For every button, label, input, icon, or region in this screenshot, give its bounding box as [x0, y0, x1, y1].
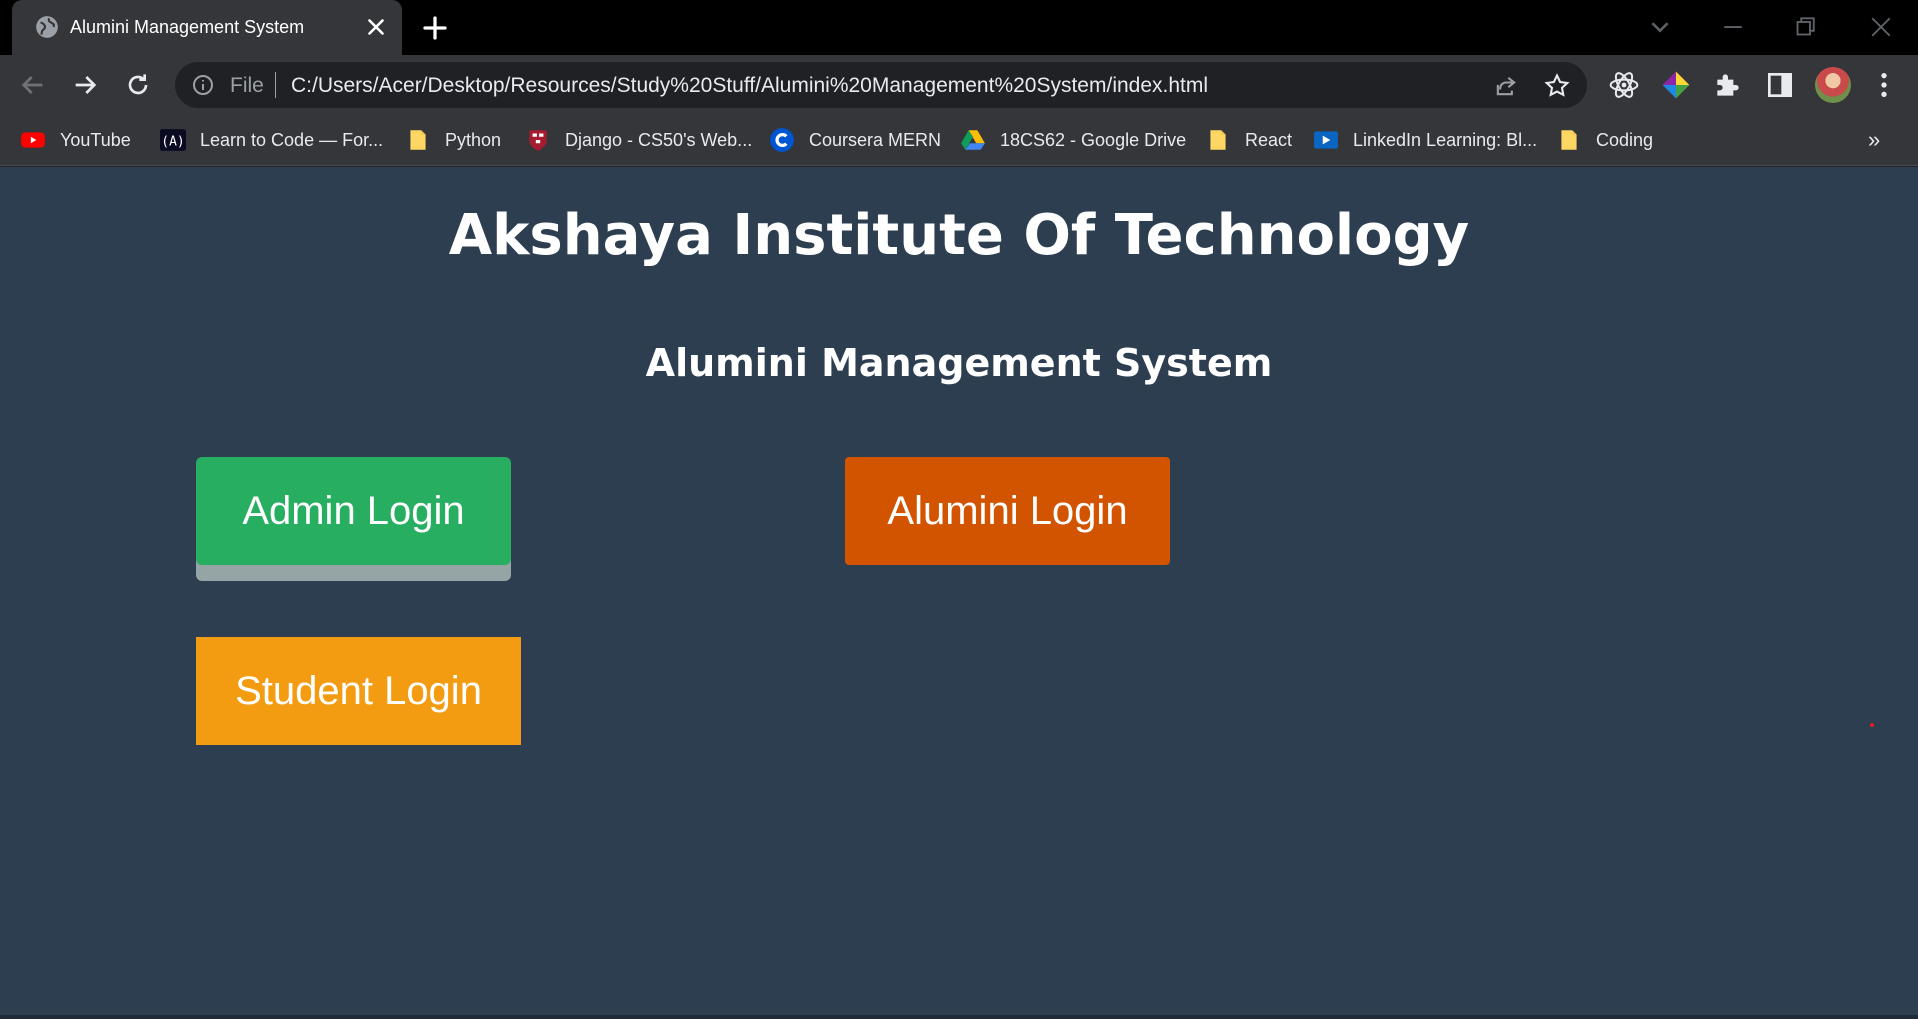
bookmark-label: Coding: [1596, 129, 1654, 150]
bookmark-django[interactable]: Django - CS50's Web...: [525, 125, 752, 155]
bookmark-freecodecamp[interactable]: (A) Learn to Code — For...: [160, 125, 383, 155]
page-subtitle: Alumini Management System: [645, 341, 1273, 385]
more-menu-icon[interactable]: [1868, 69, 1900, 101]
close-tab-icon[interactable]: [363, 14, 389, 40]
browser-tab[interactable]: Alumini Management System: [12, 0, 402, 55]
bookmark-label: LinkedIn Learning: Bl...: [1353, 129, 1538, 150]
forward-icon[interactable]: [69, 69, 101, 101]
coursera-icon: [770, 128, 794, 152]
tab-search-icon[interactable]: [1645, 12, 1675, 42]
back-icon[interactable]: [17, 69, 49, 101]
google-drive-icon: [961, 130, 985, 150]
page-content: Akshaya Institute Of Technology Alumini …: [0, 167, 1918, 1019]
bookmark-label: Django - CS50's Web...: [565, 129, 753, 150]
page-title: Akshaya Institute Of Technology: [448, 203, 1470, 268]
bookmark-label: 18CS62 - Google Drive: [1000, 129, 1187, 150]
bookmark-coursera[interactable]: Coursera MERN: [769, 125, 941, 155]
alumni-login-button[interactable]: Alumini Login: [845, 457, 1170, 565]
tab-title: Alumini Management System: [70, 17, 305, 37]
folder-icon: [410, 130, 426, 150]
linkedin-learning-icon: [1314, 131, 1338, 149]
tab-strip: Alumini Management System: [0, 0, 1918, 55]
bookmark-linkedin-learning[interactable]: LinkedIn Learning: Bl...: [1313, 125, 1537, 155]
bookmark-google-drive[interactable]: 18CS62 - Google Drive: [960, 125, 1186, 155]
student-login-button[interactable]: Student Login: [196, 637, 521, 745]
react-devtools-icon[interactable]: [1608, 69, 1640, 101]
bookmark-label: Python: [445, 129, 502, 150]
new-tab-icon[interactable]: [420, 13, 450, 43]
address-bar[interactable]: File C:/Users/Acer/Desktop/Resources/Stu…: [175, 62, 1587, 108]
folder-icon: [1561, 130, 1577, 150]
bookmarks-bar: YouTube (A) Learn to Code — For... Pytho…: [0, 115, 1918, 166]
side-panel-icon[interactable]: [1764, 69, 1796, 101]
share-icon[interactable]: [1492, 72, 1520, 100]
bookmark-coding[interactable]: Coding: [1556, 125, 1653, 155]
extensions-puzzle-icon[interactable]: [1712, 69, 1744, 101]
close-window-icon[interactable]: [1866, 12, 1896, 42]
youtube-icon: [21, 132, 45, 148]
browser-toolbar: File C:/Users/Acer/Desktop/Resources/Stu…: [0, 55, 1918, 115]
bookmark-python[interactable]: Python: [405, 125, 501, 155]
bookmark-star-icon[interactable]: [1543, 72, 1571, 100]
admin-login-button[interactable]: Admin Login: [196, 457, 511, 565]
freecodecamp-icon: (A): [160, 129, 186, 151]
color-picker-icon[interactable]: [1660, 69, 1692, 101]
bookmark-react[interactable]: React: [1205, 125, 1292, 155]
url-text[interactable]: C:/Users/Acer/Desktop/Resources/Study%20…: [291, 74, 1208, 98]
cursor-dot: [1870, 723, 1874, 727]
page-bottom-border: [0, 1015, 1918, 1019]
bookmark-label: YouTube: [60, 129, 131, 150]
info-icon[interactable]: [191, 73, 215, 97]
url-scheme: File: [230, 74, 264, 97]
bookmark-youtube[interactable]: YouTube: [20, 125, 131, 155]
url-separator: [275, 72, 276, 98]
reload-icon[interactable]: [122, 69, 154, 101]
bookmarks-overflow-button[interactable]: »: [1868, 127, 1880, 153]
profile-avatar[interactable]: [1815, 67, 1851, 103]
harvard-icon: [529, 130, 547, 151]
svg-text:(A): (A): [161, 134, 184, 149]
folder-icon: [1210, 130, 1226, 150]
minimize-icon[interactable]: [1718, 12, 1748, 42]
bookmark-label: Learn to Code — For...: [200, 129, 384, 150]
bookmark-label: React: [1245, 129, 1293, 150]
globe-icon: [36, 16, 58, 38]
restore-icon[interactable]: [1790, 12, 1820, 42]
bookmark-label: Coursera MERN: [809, 129, 942, 150]
